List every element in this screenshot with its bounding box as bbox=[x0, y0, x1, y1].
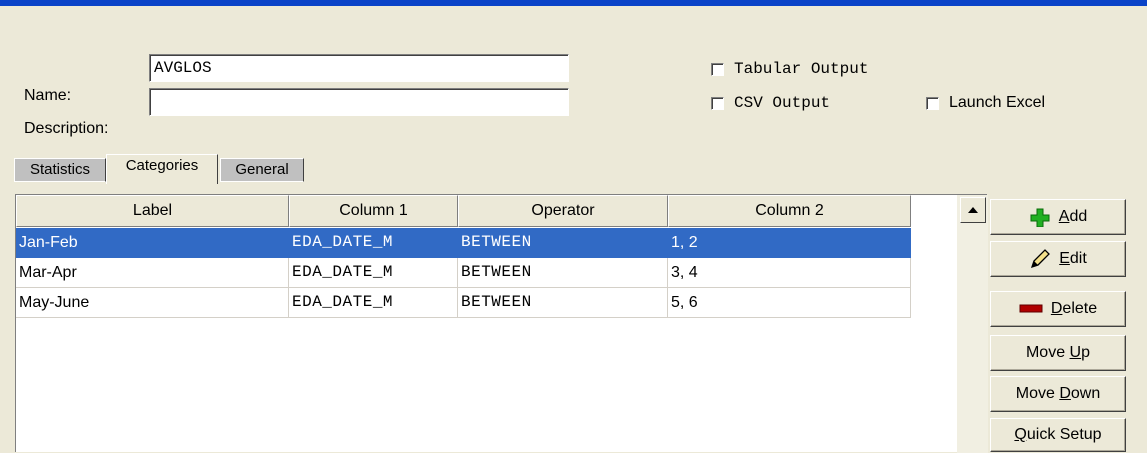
move-up-label: Move Up bbox=[1025, 344, 1091, 361]
window-title-bar bbox=[0, 0, 1147, 6]
tabular-output-checkbox[interactable]: Tabular Output bbox=[711, 60, 868, 78]
tab-statistics[interactable]: Statistics bbox=[14, 158, 106, 182]
minus-icon bbox=[1019, 304, 1043, 314]
tab-general[interactable]: General bbox=[220, 158, 304, 182]
csv-output-checkbox[interactable]: CSV Output bbox=[711, 94, 830, 112]
edit-label: Edit bbox=[1059, 250, 1087, 267]
edit-button[interactable]: Edit bbox=[990, 241, 1126, 277]
table-row[interactable]: May-June EDA_DATE_M BETWEEN 5, 6 bbox=[16, 288, 911, 318]
pencil-icon bbox=[1029, 248, 1051, 270]
table-row[interactable]: Jan-Feb EDA_DATE_M BETWEEN 1, 2 bbox=[16, 228, 911, 258]
cell-operator: BETWEEN bbox=[458, 288, 668, 318]
cell-label: May-June bbox=[16, 288, 289, 318]
move-down-button[interactable]: Move Down bbox=[990, 376, 1126, 412]
cell-column2: 1, 2 bbox=[668, 228, 911, 258]
name-field[interactable] bbox=[149, 54, 569, 82]
quick-setup-button[interactable]: Quick Setup bbox=[990, 418, 1126, 452]
cell-column2: 5, 6 bbox=[668, 288, 911, 318]
description-label: Description: bbox=[24, 120, 109, 137]
categories-grid[interactable]: Label Column 1 Operator Column 2 Jan-Feb… bbox=[15, 194, 988, 453]
scroll-up-button[interactable] bbox=[960, 197, 986, 223]
plus-icon bbox=[1029, 207, 1051, 227]
delete-label: Delete bbox=[1050, 300, 1098, 317]
column-header-column2[interactable]: Column 2 bbox=[668, 195, 911, 227]
arrow-up-icon bbox=[968, 207, 978, 213]
column-header-label[interactable]: Label bbox=[16, 195, 289, 227]
description-field[interactable] bbox=[149, 88, 569, 116]
checkbox-box[interactable] bbox=[926, 96, 939, 110]
cell-operator: BETWEEN bbox=[458, 228, 668, 258]
table-row[interactable]: Mar-Apr EDA_DATE_M BETWEEN 3, 4 bbox=[16, 258, 911, 288]
checkbox-box[interactable] bbox=[711, 96, 724, 110]
move-up-button[interactable]: Move Up bbox=[990, 335, 1126, 371]
vertical-scrollbar[interactable] bbox=[957, 195, 988, 453]
launch-excel-checkbox[interactable]: Launch Excel bbox=[926, 94, 1045, 112]
checkbox-box[interactable] bbox=[711, 62, 724, 76]
tabular-output-label: Tabular Output bbox=[734, 60, 869, 78]
cell-label: Mar-Apr bbox=[16, 258, 289, 288]
add-button[interactable]: Add bbox=[990, 199, 1126, 235]
csv-output-label: CSV Output bbox=[734, 94, 831, 112]
add-label: Add bbox=[1058, 208, 1088, 225]
name-label: Name: bbox=[24, 87, 72, 104]
cell-column1: EDA_DATE_M bbox=[289, 258, 458, 288]
move-down-label: Move Down bbox=[1015, 385, 1101, 402]
delete-button[interactable]: Delete bbox=[990, 291, 1126, 327]
cell-column2: 3, 4 bbox=[668, 258, 911, 288]
launch-excel-label: Launch Excel bbox=[949, 94, 1046, 111]
tab-categories[interactable]: Categories bbox=[106, 154, 218, 184]
cell-column1: EDA_DATE_M bbox=[289, 288, 458, 318]
quick-setup-label: Quick Setup bbox=[1014, 426, 1102, 443]
cell-operator: BETWEEN bbox=[458, 258, 668, 288]
column-header-column1[interactable]: Column 1 bbox=[289, 195, 458, 227]
column-header-operator[interactable]: Operator bbox=[458, 195, 668, 227]
cell-label: Jan-Feb bbox=[16, 228, 289, 258]
cell-column1: EDA_DATE_M bbox=[289, 228, 458, 258]
